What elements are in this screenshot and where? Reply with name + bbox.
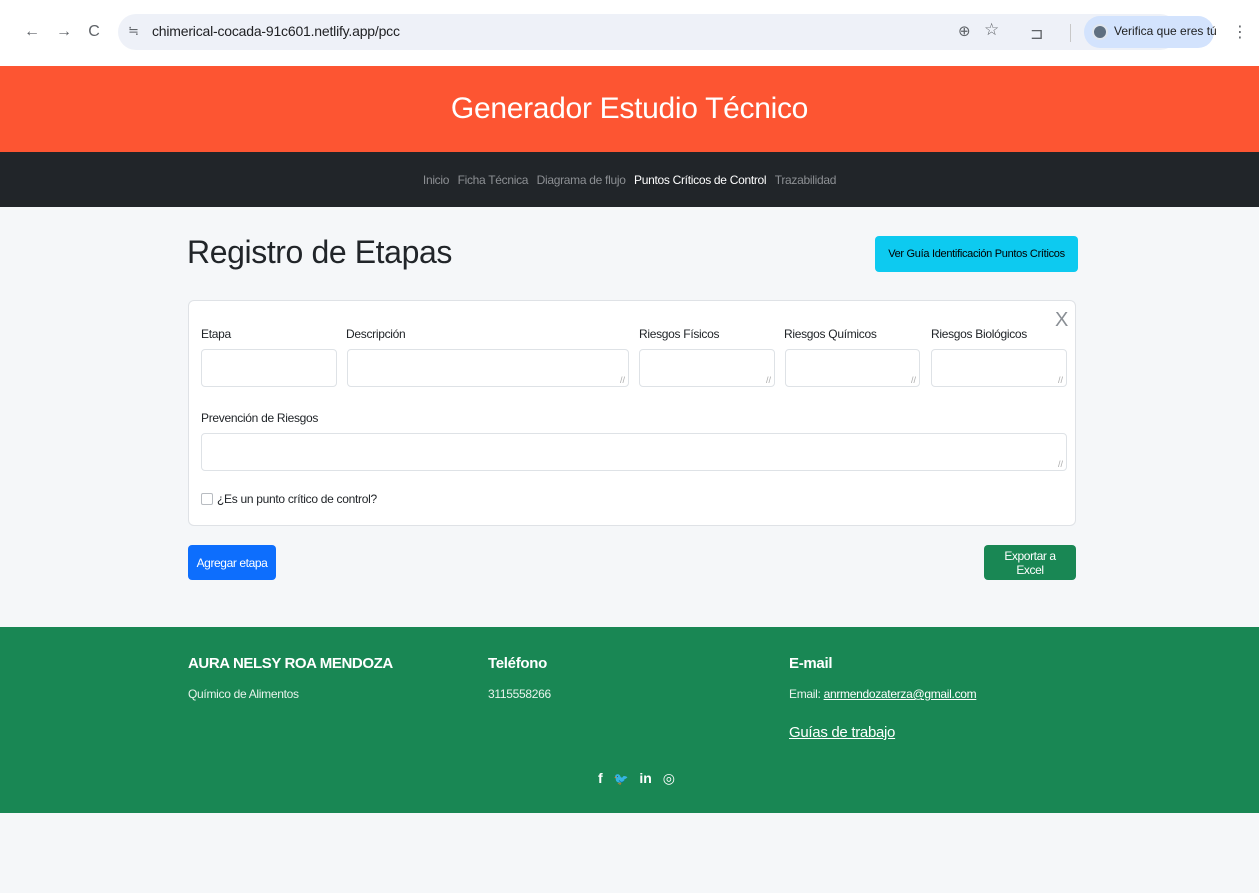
main-nav: Inicio Ficha Técnica Diagrama de flujo P… xyxy=(0,152,1259,207)
footer: AURA NELSY ROA MENDOZA Químico de Alimen… xyxy=(0,627,1259,813)
close-icon[interactable]: X xyxy=(1055,309,1068,332)
profile-label: Verifica que eres tú xyxy=(1114,24,1217,38)
zoom-icon[interactable]: ⊕ xyxy=(958,22,971,40)
critical-point-checkbox[interactable] xyxy=(201,493,213,505)
etapa-label: Etapa xyxy=(201,327,231,341)
email-line: Email: anrmendozaterza@gmail.com xyxy=(789,687,977,701)
nav-item-puntos-criticos[interactable]: Puntos Críticos de Control xyxy=(634,173,767,187)
site-title: Generador Estudio Técnico xyxy=(450,92,809,125)
extensions-icon[interactable]: ⊐ xyxy=(1030,24,1043,44)
browser-menu-icon[interactable]: ⋮ xyxy=(1232,22,1248,42)
social-links: f 🐦 in ◎ xyxy=(598,770,682,787)
etapa-input[interactable] xyxy=(201,349,337,387)
email-link[interactable]: anrmendozaterza@gmail.com xyxy=(824,687,977,701)
phone-heading: Teléfono xyxy=(488,655,547,672)
email-heading: E-mail xyxy=(789,655,833,672)
nav-item-ficha-tecnica[interactable]: Ficha Técnica xyxy=(458,173,529,187)
resize-grip-icon[interactable]: // xyxy=(766,375,771,385)
footer-name: AURA NELSY ROA MENDOZA xyxy=(188,655,393,672)
browser-toolbar: ← → C ≒ chimerical-cocada-91c601.netlify… xyxy=(0,0,1259,66)
resize-grip-icon[interactable]: // xyxy=(911,375,916,385)
reload-icon[interactable]: C xyxy=(84,22,104,42)
resize-grip-icon[interactable]: // xyxy=(1058,459,1063,469)
stage-form-card: X Etapa Descripción // Riesgos Físicos /… xyxy=(188,300,1076,526)
riesgos-biologicos-textarea[interactable]: // xyxy=(931,349,1067,387)
bookmark-star-icon[interactable]: ☆ xyxy=(984,20,999,40)
site-settings-icon[interactable]: ≒ xyxy=(128,23,139,39)
phone-number: 3115558266 xyxy=(488,687,551,701)
descripcion-textarea[interactable]: // xyxy=(347,349,629,387)
address-bar[interactable]: ≒ chimerical-cocada-91c601.netlify.app/p… xyxy=(118,14,1178,50)
instagram-icon[interactable]: ◎ xyxy=(663,770,675,786)
resize-grip-icon[interactable]: // xyxy=(620,375,625,385)
riesgos-fisicos-textarea[interactable]: // xyxy=(639,349,775,387)
twitter-icon[interactable]: 🐦 xyxy=(614,772,629,786)
url-text[interactable]: chimerical-cocada-91c601.netlify.app/pcc xyxy=(152,23,400,39)
export-excel-button[interactable]: Exportar a Excel xyxy=(984,545,1076,580)
riesgos-quimicos-textarea[interactable]: // xyxy=(785,349,920,387)
toolbar-divider xyxy=(1070,24,1071,42)
resize-grip-icon[interactable]: // xyxy=(1058,375,1063,385)
riesgos-fisicos-label: Riesgos Físicos xyxy=(639,327,720,341)
nav-item-trazabilidad[interactable]: Trazabilidad xyxy=(775,173,837,187)
nav-item-inicio[interactable]: Inicio xyxy=(423,173,450,187)
footer-role: Químico de Alimentos xyxy=(188,687,299,701)
guides-link[interactable]: Guías de trabajo xyxy=(789,724,895,741)
site-header: Generador Estudio Técnico xyxy=(0,66,1259,152)
facebook-icon[interactable]: f xyxy=(598,770,603,786)
guide-button[interactable]: Ver Guía Identificación Puntos Críticos xyxy=(875,236,1078,272)
riesgos-quimicos-label: Riesgos Químicos xyxy=(784,327,877,341)
critical-point-label[interactable]: ¿Es un punto crítico de control? xyxy=(217,492,377,506)
prevencion-textarea[interactable]: // xyxy=(201,433,1067,471)
descripcion-label: Descripción xyxy=(346,327,406,341)
back-icon[interactable]: ← xyxy=(22,22,42,42)
add-stage-button[interactable]: Agregar etapa xyxy=(188,545,276,580)
profile-button[interactable]: Verifica que eres tú xyxy=(1084,16,1217,48)
prevencion-label: Prevención de Riesgos xyxy=(201,411,319,425)
riesgos-biologicos-label: Riesgos Biológicos xyxy=(931,327,1027,341)
forward-icon[interactable]: → xyxy=(54,22,74,42)
avatar xyxy=(1092,24,1108,40)
linkedin-icon[interactable]: in xyxy=(639,770,651,786)
nav-item-diagrama-de-flujo[interactable]: Diagrama de flujo xyxy=(537,173,626,187)
page-title: Registro de Etapas xyxy=(187,234,452,270)
email-prefix: Email: xyxy=(789,687,821,701)
